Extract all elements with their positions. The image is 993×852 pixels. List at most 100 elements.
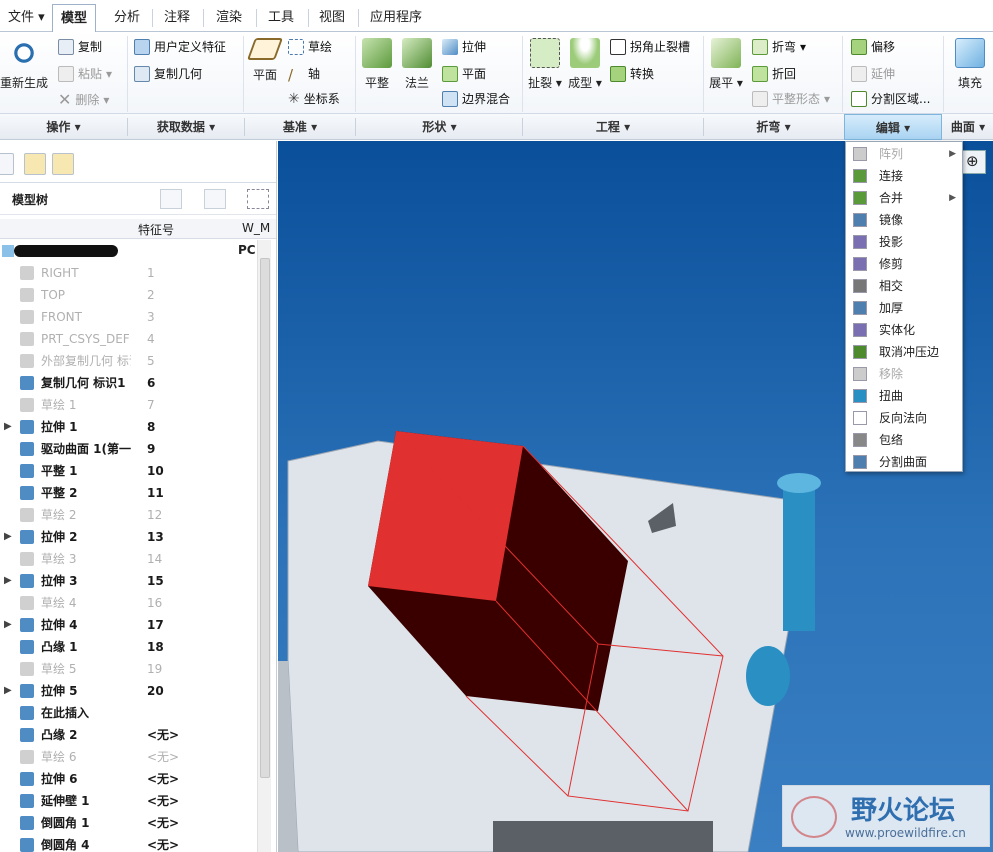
bend-back-button[interactable]: 折回: [752, 65, 796, 82]
tree-row[interactable]: RIGHT 1: [0, 262, 257, 284]
copy-button[interactable]: 复制: [58, 38, 102, 55]
tree-row[interactable]: 驱动曲面 1(第一 9: [0, 438, 257, 460]
menu-item[interactable]: 镜像: [846, 209, 962, 231]
filter-icon[interactable]: [247, 189, 269, 209]
menu-item[interactable]: 包络: [846, 429, 962, 451]
group-bend[interactable]: 折弯 ▾: [704, 114, 843, 140]
offset-button[interactable]: 偏移: [851, 38, 895, 55]
expand-arrow-icon[interactable]: ▶: [4, 570, 14, 592]
menu-item[interactable]: 加厚: [846, 297, 962, 319]
settings-icon[interactable]: [160, 189, 182, 209]
show-icon[interactable]: [204, 189, 226, 209]
tree-row[interactable]: 草绘 1 7: [0, 394, 257, 416]
menu-item[interactable]: 移除: [846, 363, 962, 385]
group-datum[interactable]: 基准 ▾: [245, 114, 355, 140]
tree-row[interactable]: 复制几何 标识1 6: [0, 372, 257, 394]
tab-applications[interactable]: 应用程序: [362, 6, 430, 32]
group-get-data[interactable]: 获取数据 ▾: [128, 114, 244, 140]
group-shapes[interactable]: 形状 ▾: [356, 114, 523, 140]
tree-row[interactable]: 草绘 6 <无>: [0, 746, 257, 768]
bend-button[interactable]: 折弯 ▾: [752, 38, 806, 55]
tree-root-row[interactable]: PC: [0, 240, 257, 262]
tree-row[interactable]: 草绘 2 12: [0, 504, 257, 526]
flat-form-button[interactable]: 平整形态 ▾: [752, 90, 830, 107]
tab-tools[interactable]: 工具: [260, 6, 302, 32]
tab-model[interactable]: 模型: [52, 4, 97, 33]
split-area-button[interactable]: 分割区域...: [851, 90, 930, 107]
tree-row[interactable]: 草绘 4 16: [0, 592, 257, 614]
expand-arrow-icon[interactable]: ▶: [4, 416, 14, 438]
tree-row[interactable]: ▶ 拉伸 2 13: [0, 526, 257, 548]
menu-item[interactable]: 连接: [846, 165, 962, 187]
planar-button[interactable]: 平面: [442, 65, 486, 82]
menu-item[interactable]: 相交: [846, 275, 962, 297]
menu-item[interactable]: 修剪: [846, 253, 962, 275]
tree-row[interactable]: 倒圆角 1 <无>: [0, 812, 257, 834]
tree-row[interactable]: 凸缘 2 <无>: [0, 724, 257, 746]
group-engineering[interactable]: 工程 ▾: [523, 114, 703, 140]
tree-row[interactable]: ▶ 拉伸 4 17: [0, 614, 257, 636]
group-editing[interactable]: 编辑 ▾: [844, 114, 942, 140]
tree-row[interactable]: 拉伸 6 <无>: [0, 768, 257, 790]
fill-button[interactable]: 填充: [950, 38, 990, 91]
tree-row[interactable]: 平整 1 10: [0, 460, 257, 482]
group-surfaces[interactable]: 曲面 ▾: [943, 114, 993, 140]
regenerate-button[interactable]: 重新生成: [0, 38, 52, 91]
tree-row[interactable]: 平整 2 11: [0, 482, 257, 504]
group-operations[interactable]: 操作 ▾: [0, 114, 127, 140]
tree-row[interactable]: 外部复制几何 标识 5: [0, 350, 257, 372]
menu-item[interactable]: 阵列 ▶: [846, 143, 962, 165]
tree-row[interactable]: 凸缘 1 18: [0, 636, 257, 658]
tree-row[interactable]: ▶ 拉伸 3 15: [0, 570, 257, 592]
model-tree-tab-icon[interactable]: [0, 153, 14, 175]
unbend-button[interactable]: 展平 ▾: [706, 38, 746, 91]
boundary-blend-button[interactable]: 边界混合: [442, 90, 510, 107]
expand-arrow-icon[interactable]: ▶: [4, 614, 14, 636]
convert-button[interactable]: 转换: [610, 65, 654, 82]
favorites-tab-icon[interactable]: [52, 153, 74, 175]
zoom-icon[interactable]: ⊕: [962, 150, 986, 174]
expand-arrow-icon[interactable]: ▶: [4, 526, 14, 548]
tree-row[interactable]: 倒圆角 4 <无>: [0, 834, 257, 852]
corner-relief-button[interactable]: 拐角止裂槽: [610, 38, 690, 55]
tree-row[interactable]: TOP 2: [0, 284, 257, 306]
tree-row[interactable]: FRONT 3: [0, 306, 257, 328]
tree-row[interactable]: 延伸壁 1 <无>: [0, 790, 257, 812]
rip-button[interactable]: 扯裂 ▾: [526, 38, 564, 91]
tab-view[interactable]: 视图: [311, 6, 353, 32]
tree-row[interactable]: PRT_CSYS_DEF 4: [0, 328, 257, 350]
tree-row[interactable]: 草绘 3 14: [0, 548, 257, 570]
tab-annotate[interactable]: 注释: [156, 6, 198, 32]
copy-geometry-button[interactable]: 复制几何: [134, 65, 202, 82]
tree-scrollbar[interactable]: [257, 240, 271, 852]
csys-button[interactable]: ✳ 坐标系: [288, 90, 340, 107]
menu-item[interactable]: 实体化: [846, 319, 962, 341]
menu-item[interactable]: 分割曲面: [846, 451, 962, 473]
folder-browser-tab-icon[interactable]: [24, 153, 46, 175]
flange-button[interactable]: 法兰: [398, 38, 436, 91]
menu-item[interactable]: 取消冲压边: [846, 341, 962, 363]
tree-row[interactable]: ▶ 拉伸 1 8: [0, 416, 257, 438]
tree-row[interactable]: 草绘 5 19: [0, 658, 257, 680]
sketch-button[interactable]: 草绘: [288, 38, 332, 55]
form-button[interactable]: 成型 ▾: [566, 38, 604, 91]
menu-item[interactable]: 投影: [846, 231, 962, 253]
tab-analysis[interactable]: 分析: [106, 6, 148, 32]
expand-arrow-icon[interactable]: ▶: [4, 680, 14, 702]
tree-row[interactable]: ▶ 拉伸 5 20: [0, 680, 257, 702]
tree-row[interactable]: 在此插入: [0, 702, 257, 724]
paste-button[interactable]: 粘贴 ▾: [58, 65, 112, 82]
tab-file[interactable]: 文件 ▾: [0, 6, 53, 32]
col-extra[interactable]: W_M: [242, 221, 270, 235]
menu-item[interactable]: 反向法向: [846, 407, 962, 429]
tab-render[interactable]: 渲染: [208, 6, 250, 32]
user-defined-feature-button[interactable]: 用户定义特征: [134, 38, 226, 55]
menu-item[interactable]: 合并 ▶: [846, 187, 962, 209]
extrude-button[interactable]: 拉伸: [442, 38, 486, 55]
axis-button[interactable]: / 轴: [288, 65, 320, 84]
flat-wall-button[interactable]: 平整: [358, 38, 396, 91]
datum-plane-button[interactable]: 平面: [246, 38, 284, 83]
menu-item[interactable]: 扭曲: [846, 385, 962, 407]
extend-button[interactable]: 延伸: [851, 65, 895, 82]
delete-button[interactable]: ✕ 删除 ▾: [58, 90, 109, 109]
